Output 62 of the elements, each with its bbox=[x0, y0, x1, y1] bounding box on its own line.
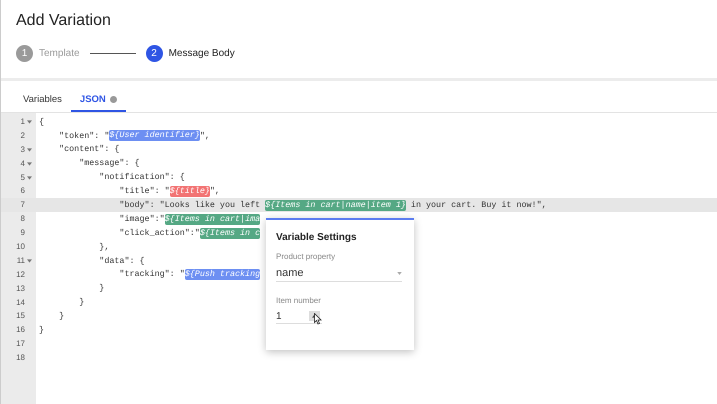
field-label: Item number bbox=[276, 295, 321, 307]
code-text: "click_action":" bbox=[118, 226, 200, 240]
tab[interactable]: Variables bbox=[14, 92, 71, 112]
caret-icon bbox=[397, 272, 402, 274]
code-text: "content": { bbox=[58, 143, 120, 156]
code-text: { bbox=[39, 116, 44, 128]
code-text: "body": "Looks like you left bbox=[118, 198, 262, 212]
variable-tag[interactable]: ${Items in c bbox=[200, 228, 260, 239]
step-label: Message Body bbox=[168, 47, 235, 61]
line-number: 8 bbox=[20, 213, 25, 226]
code-text: "title": " bbox=[118, 185, 170, 198]
line-number: 14 bbox=[16, 296, 25, 309]
line-number: 13 bbox=[16, 282, 25, 295]
line-number: 12 bbox=[16, 268, 25, 281]
fold-caret-icon[interactable] bbox=[27, 176, 32, 180]
variable-tag[interactable]: ${title} bbox=[170, 186, 210, 197]
fold-caret-icon[interactable] bbox=[27, 148, 32, 152]
page-title: Add Variation bbox=[16, 11, 111, 31]
code-text: } bbox=[78, 296, 84, 309]
code-text: } bbox=[58, 310, 64, 323]
item-number-field[interactable]: 1 bbox=[276, 308, 306, 324]
code-text: "notification": { bbox=[98, 171, 185, 184]
variable-tag[interactable]: ${User identifier} bbox=[109, 130, 200, 142]
line-number: 2 bbox=[20, 130, 25, 142]
code-text: ", bbox=[200, 130, 210, 142]
code-text: in your cart. Buy it now!", bbox=[410, 198, 547, 212]
code-text: "image":" bbox=[118, 212, 165, 226]
variable-tag[interactable]: ${Items in cart|name|item 1} bbox=[265, 200, 406, 211]
line-number: 5 bbox=[20, 172, 25, 184]
field-label: Product property bbox=[276, 251, 336, 263]
line-number: 11 bbox=[16, 254, 25, 267]
fold-caret-icon[interactable] bbox=[27, 258, 32, 263]
line-number: 6 bbox=[20, 185, 25, 198]
step-label: Template bbox=[39, 47, 80, 61]
step-indicator: 1 bbox=[16, 45, 33, 62]
line-number: 3 bbox=[20, 144, 25, 156]
line-number: 18 bbox=[16, 352, 25, 364]
code-text: } bbox=[39, 324, 44, 337]
line-number: 16 bbox=[16, 324, 25, 336]
product-property-select[interactable]: name bbox=[276, 265, 402, 282]
code-text: ", bbox=[210, 185, 220, 198]
variable-tag[interactable]: ${Push tracking bbox=[184, 269, 260, 280]
fold-caret-icon[interactable] bbox=[27, 120, 32, 124]
mouse-cursor-icon bbox=[314, 313, 322, 325]
line-number: 9 bbox=[20, 227, 25, 240]
popup-title: Variable Settings bbox=[276, 231, 357, 245]
code-text: "message": { bbox=[78, 157, 140, 170]
code-text: }, bbox=[98, 240, 110, 254]
line-number: 4 bbox=[20, 158, 25, 170]
code-text: } bbox=[98, 282, 104, 295]
line-number: 17 bbox=[16, 338, 25, 350]
code-text: "data": { bbox=[98, 254, 145, 268]
code-text: "token": " bbox=[58, 130, 110, 142]
line-number: 7 bbox=[20, 199, 25, 212]
line-number: 1 bbox=[20, 116, 25, 128]
code-text: "tracking": " bbox=[118, 268, 185, 282]
variable-tag[interactable]: ${Items in cart|ima bbox=[164, 214, 260, 225]
fold-caret-icon[interactable] bbox=[27, 162, 32, 166]
line-number: 15 bbox=[16, 310, 25, 322]
help-icon bbox=[110, 96, 117, 104]
line-number: 10 bbox=[16, 240, 25, 253]
step-indicator: 2 bbox=[146, 45, 163, 62]
